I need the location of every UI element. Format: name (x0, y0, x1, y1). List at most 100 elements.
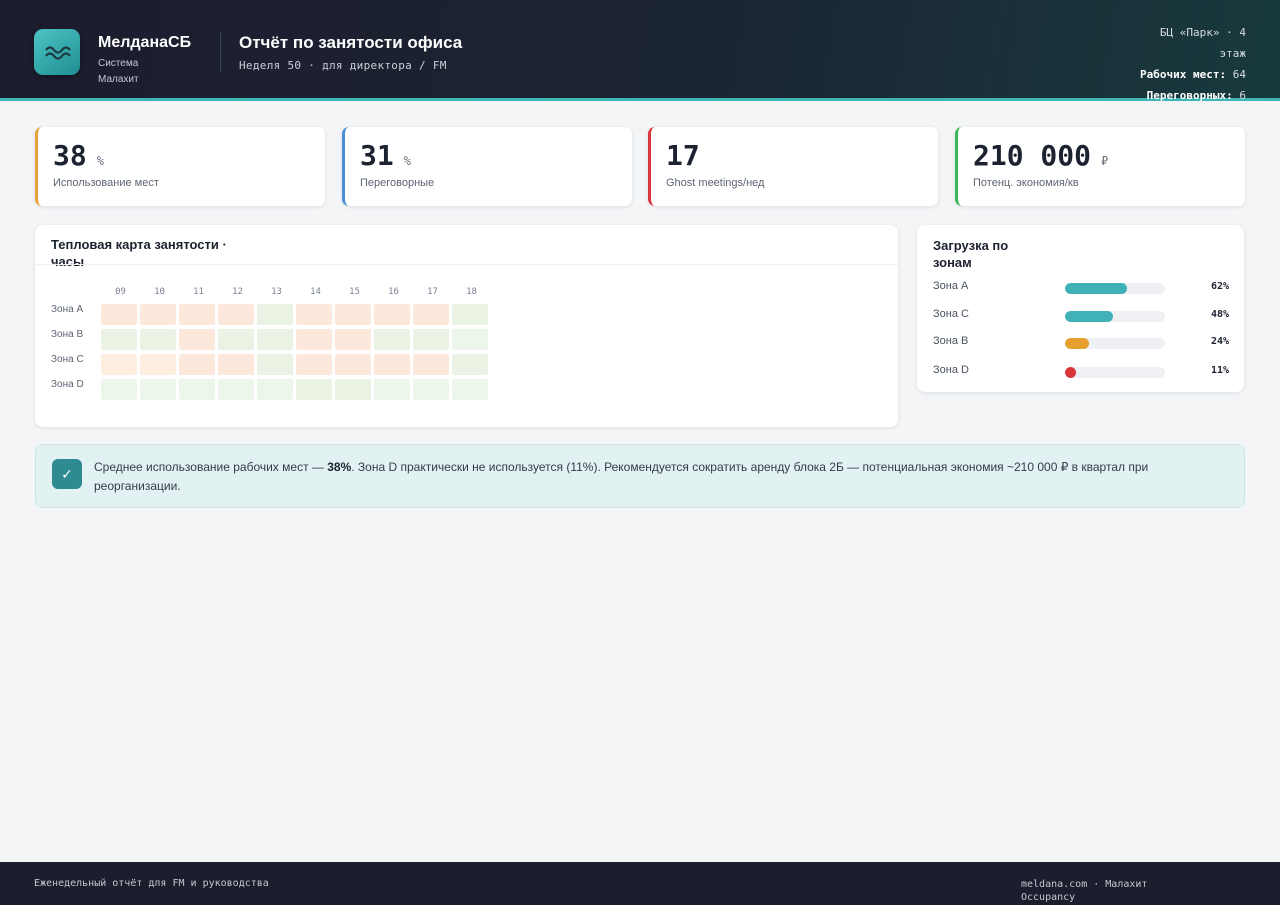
heatmap-divider (35, 264, 898, 265)
kpi-card-savings: 210 000 ₽ Потенц. экономия/кв (955, 127, 1245, 206)
zone-name: Зона D (933, 364, 969, 376)
heatmap-panel: Тепловая карта занятости · часы 09 10 11 12… (35, 225, 898, 427)
heatmap-cell (101, 379, 137, 400)
heatmap-cell (452, 354, 488, 375)
heatmap-hour-label: 11 (193, 287, 204, 297)
heatmap-cell (140, 329, 176, 350)
brand-block: МелданаСБ Система Малахит (98, 34, 191, 88)
zone-load-percent: 24% (1210, 336, 1229, 347)
heatmap-hour-label: 10 (154, 287, 165, 297)
heatmap-cell (257, 304, 293, 325)
kpi-card-meeting-rooms: 31% Переговорные (342, 127, 632, 206)
footer-note: Еженедельный отчёт для FM и руководства (34, 878, 269, 889)
heatmap-hour-label: 15 (349, 287, 360, 297)
heatmap-cell (335, 379, 371, 400)
heatmap-zone-axis: Зона A Зона B Зона C Зона D (51, 304, 91, 404)
brand-name: МелданаСБ (98, 34, 192, 51)
heatmap-cell (413, 354, 449, 375)
heatmap-cell (452, 329, 488, 350)
heatmap-cell (218, 304, 254, 325)
check-icon: ✓ (52, 459, 82, 489)
heatmap-hour-label: 13 (271, 287, 282, 297)
zone-load-fill (1065, 367, 1076, 378)
heatmap-cell (218, 329, 254, 350)
heatmap-cell (452, 379, 488, 400)
kpi-unit: % (403, 154, 411, 168)
kpi-value: 31% (360, 139, 411, 172)
wave-icon (45, 46, 71, 60)
heatmap-hour-label: 18 (466, 287, 477, 297)
heatmap-cell (179, 379, 215, 400)
heatmap-hour-axis: 09 10 11 12 13 14 15 16 17 18 (101, 287, 491, 297)
insight-highlight: 38% (327, 460, 352, 474)
heatmap-cell (140, 379, 176, 400)
kpi-number: 17 (666, 139, 700, 172)
heatmap-grid (101, 304, 488, 400)
zone-load-bar (1065, 338, 1165, 349)
heatmap-cell (335, 354, 371, 375)
zone-load-row: Зона D 11% (933, 364, 1229, 380)
kpi-number: 31 (360, 139, 394, 172)
footer-brand: meldana.com · Малахит Occupancy (1021, 879, 1148, 903)
heatmap-cell (140, 304, 176, 325)
heatmap-hour-label: 09 (115, 287, 126, 297)
heatmap-cell (140, 354, 176, 375)
heatmap-cell (257, 329, 293, 350)
zone-load-panel: Загрузка по зонам Зона A 62% Зона C 48% Зона… (917, 225, 1244, 392)
zone-load-bar (1065, 283, 1165, 294)
zone-load-row: Зона C 48% (933, 308, 1229, 324)
heatmap-cell (335, 304, 371, 325)
desks-label: Рабочих мест: (1140, 68, 1227, 81)
kpi-card-ghost-meetings: 17 Ghost meetings/нед (648, 127, 938, 206)
heatmap-cell (296, 304, 332, 325)
heatmap-cell (296, 354, 332, 375)
heatmap-hour-label: 16 (388, 287, 399, 297)
zone-load-bar (1065, 367, 1165, 378)
heatmap-zone-label: Зона B (51, 329, 84, 340)
zone-load-bar (1065, 311, 1165, 322)
heatmap-zone-label: Зона D (51, 379, 84, 390)
heatmap-hour-label: 17 (427, 287, 438, 297)
zone-load-fill (1065, 283, 1127, 294)
report-header: МелданаСБ Система Малахит Отчёт по занят… (0, 0, 1280, 102)
heatmap-cell (335, 329, 371, 350)
zone-load-row: Зона A 62% (933, 280, 1229, 296)
heatmap-cell (374, 329, 410, 350)
brand-logo (34, 29, 80, 75)
heatmap-zone-label: Зона C (51, 354, 84, 365)
heatmap-cell (257, 379, 293, 400)
zone-name: Зона A (933, 280, 969, 292)
desks-count: Рабочих мест: 64 (1136, 64, 1246, 85)
insight-text: Среднее использование рабочих мест — 38%… (94, 458, 1224, 496)
rooms-count: Переговорных: 6 (1136, 85, 1246, 106)
heatmap-cell (374, 304, 410, 325)
heatmap-hour-label: 14 (310, 287, 321, 297)
heatmap-cell (296, 379, 332, 400)
heatmap-cell (374, 379, 410, 400)
page-subtitle: Неделя 50 · для директора / FM (239, 59, 447, 72)
rooms-label: Переговорных: (1146, 89, 1233, 102)
kpi-number: 38 (53, 139, 87, 172)
kpi-value: 210 000 ₽ (973, 139, 1108, 172)
header-divider (220, 32, 221, 72)
heatmap-cell (218, 379, 254, 400)
heatmap-cell (179, 329, 215, 350)
kpi-card-desk-usage: 38% Использование мест (35, 127, 325, 206)
kpi-label: Использование мест (53, 177, 159, 189)
zone-load-title: Загрузка по зонам (933, 238, 1009, 270)
page-title: Отчёт по занятости офиса (239, 33, 463, 52)
heatmap-cell (257, 354, 293, 375)
office-info: БЦ «Парк» · 4 этаж Рабочих мест: 64 Пере… (1136, 22, 1246, 106)
heatmap-cell (101, 304, 137, 325)
kpi-unit: ₽ (1101, 154, 1109, 168)
heatmap-cell (179, 354, 215, 375)
zone-name: Зона C (933, 308, 969, 320)
zone-load-percent: 62% (1210, 281, 1229, 292)
kpi-label: Ghost meetings/нед (666, 177, 765, 189)
kpi-label: Потенц. экономия/кв (973, 177, 1079, 189)
zone-load-fill (1065, 311, 1113, 322)
heatmap-cell (179, 304, 215, 325)
heatmap-cell (413, 304, 449, 325)
zone-load-percent: 48% (1210, 309, 1229, 320)
kpi-value: 38% (53, 139, 104, 172)
